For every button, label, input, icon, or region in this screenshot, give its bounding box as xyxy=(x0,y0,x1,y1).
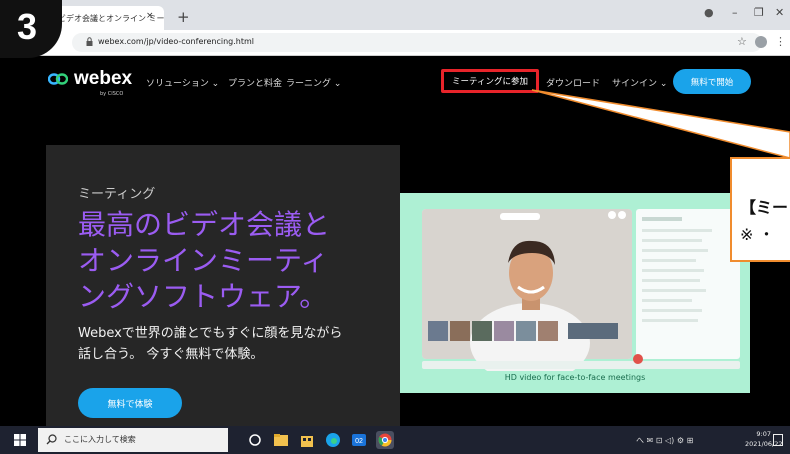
instruction-callout: 【ミー ※ ・ xyxy=(730,157,790,262)
browser-window: ビデオ会議とオンライン ミーティ × + ● – ❐ ✕ C webex.com… xyxy=(0,0,790,454)
callout-line-1: 【ミー xyxy=(740,198,789,217)
step-number: 3 xyxy=(16,6,38,47)
callout-line-2: ※ ・ xyxy=(740,225,775,244)
callout-pointer xyxy=(531,89,790,159)
